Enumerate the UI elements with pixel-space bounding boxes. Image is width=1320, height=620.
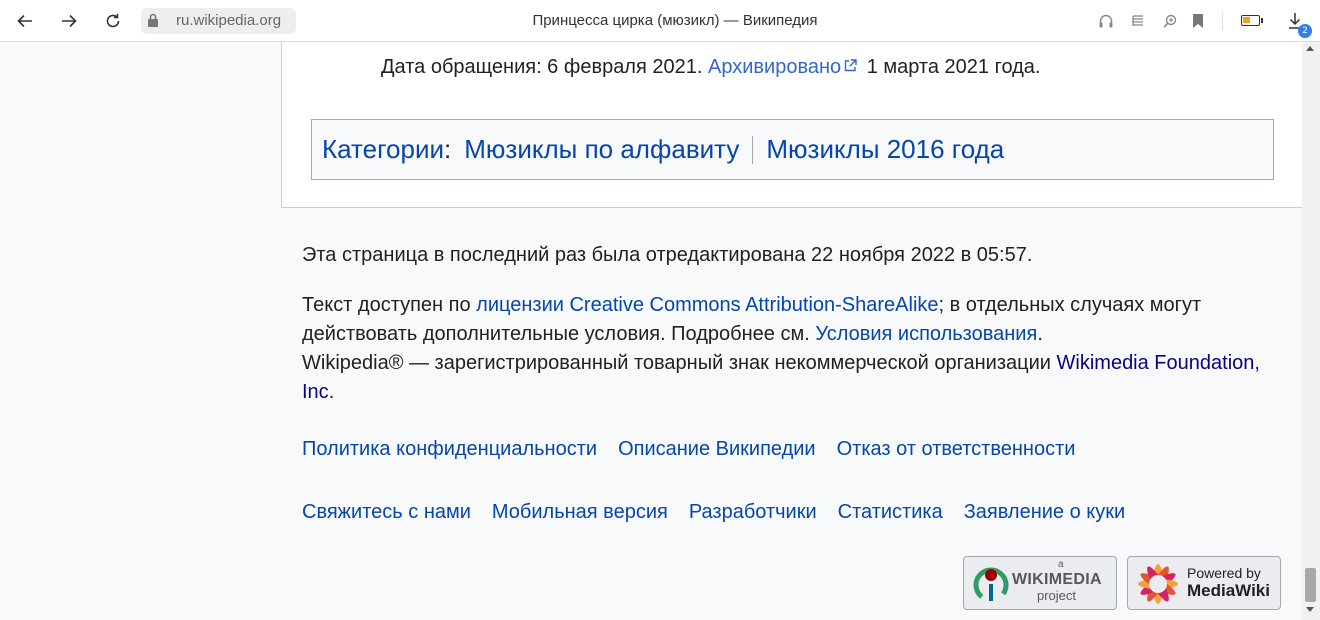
footer-link-cookie[interactable]: Заявление о куки [964,501,1125,523]
category-link[interactable]: Мюзиклы по алфавиту [464,134,739,165]
wikimedia-logo-icon [973,567,1009,602]
trademark-end: . [328,381,335,403]
mediawiki-sunflower-icon [1138,564,1178,604]
mediawiki-badge-line2: MediaWiki [1187,581,1270,600]
footer-link-about[interactable]: Описание Википедии [618,438,816,460]
mediawiki-badge-line1: Powered by [1187,565,1261,581]
footer-link-statistics[interactable]: Статистика [838,501,943,523]
clipped-reference-line [381,42,901,45]
category-divider [752,135,754,164]
reference-access-date: Дата обращения: 6 февраля 2021. [381,56,708,78]
reader-mode-icon[interactable] [1128,11,1148,31]
footer-link-developers[interactable]: Разработчики [689,501,817,523]
terms-link[interactable]: Условия использования [815,323,1037,345]
powered-by-mediawiki-badge[interactable]: Powered by MediaWiki [1127,556,1281,610]
scrollbar-thumb[interactable] [1305,568,1316,602]
headphones-icon[interactable] [1096,11,1116,31]
scrollbar[interactable] [1302,42,1320,620]
categories-colon: : [444,134,452,164]
download-count-badge: 2 [1298,24,1312,38]
license-prefix: Текст доступен по [302,294,477,316]
external-link-icon [844,59,857,72]
footer-links-row1: Политика конфиденциальности Описание Вики… [302,438,1096,461]
footer-links-row2: Свяжитесь с нами Мобильная версия Разработ… [302,501,1146,524]
category-box: Категории: Мюзиклы по алфавиту Мюзиклы 201… [311,119,1274,180]
license-info: Текст доступен по лицензии Creative Comm… [302,291,1262,407]
browser-toolbar: ru.wikipedia.org Принцесса цирка (мюзикл… [0,0,1320,42]
battery-icon [1241,15,1263,26]
footer-link-privacy[interactable]: Политика конфиденциальности [302,438,597,460]
footer-link-mobile[interactable]: Мобильная версия [492,501,668,523]
category-link[interactable]: Мюзиклы 2016 года [766,134,1004,165]
categories-label-link[interactable]: Категории [322,134,444,165]
footer-link-contact[interactable]: Свяжитесь с нами [302,501,471,523]
terms-end: . [1037,323,1043,345]
footer-link-disclaimer[interactable]: Отказ от ответственности [837,438,1076,460]
license-link[interactable]: лицензии Creative Commons Attribution-Sh… [476,294,938,316]
archived-link[interactable]: Архивировано [708,56,841,78]
scroll-down-arrow-icon[interactable] [1306,607,1314,612]
reference-item: Дата обращения: 6 февраля 2021. Архивиро… [381,56,1041,79]
scroll-up-arrow-icon[interactable] [1306,46,1314,51]
wikimedia-badge-sub: project [1037,588,1077,603]
reference-archive-date: 1 марта 2021 года. [861,56,1041,78]
trademark-prefix: Wikipedia® — зарегистрированный товарный… [302,352,1057,374]
wikimedia-badge-name: WIKIMEDIA [1012,571,1102,588]
zoom-icon[interactable] [1160,11,1180,31]
wikimedia-project-badge[interactable]: a WIKIMEDIA project [963,556,1117,610]
page-title: Принцесса цирка (мюзикл) — Википедия [532,12,818,29]
toolbar-divider [1222,12,1223,30]
last-edited-info: Эта страница в последний раз была отреда… [302,244,1033,266]
wikimedia-badge-small: a [1058,559,1064,570]
bookmark-icon[interactable] [1188,11,1208,31]
